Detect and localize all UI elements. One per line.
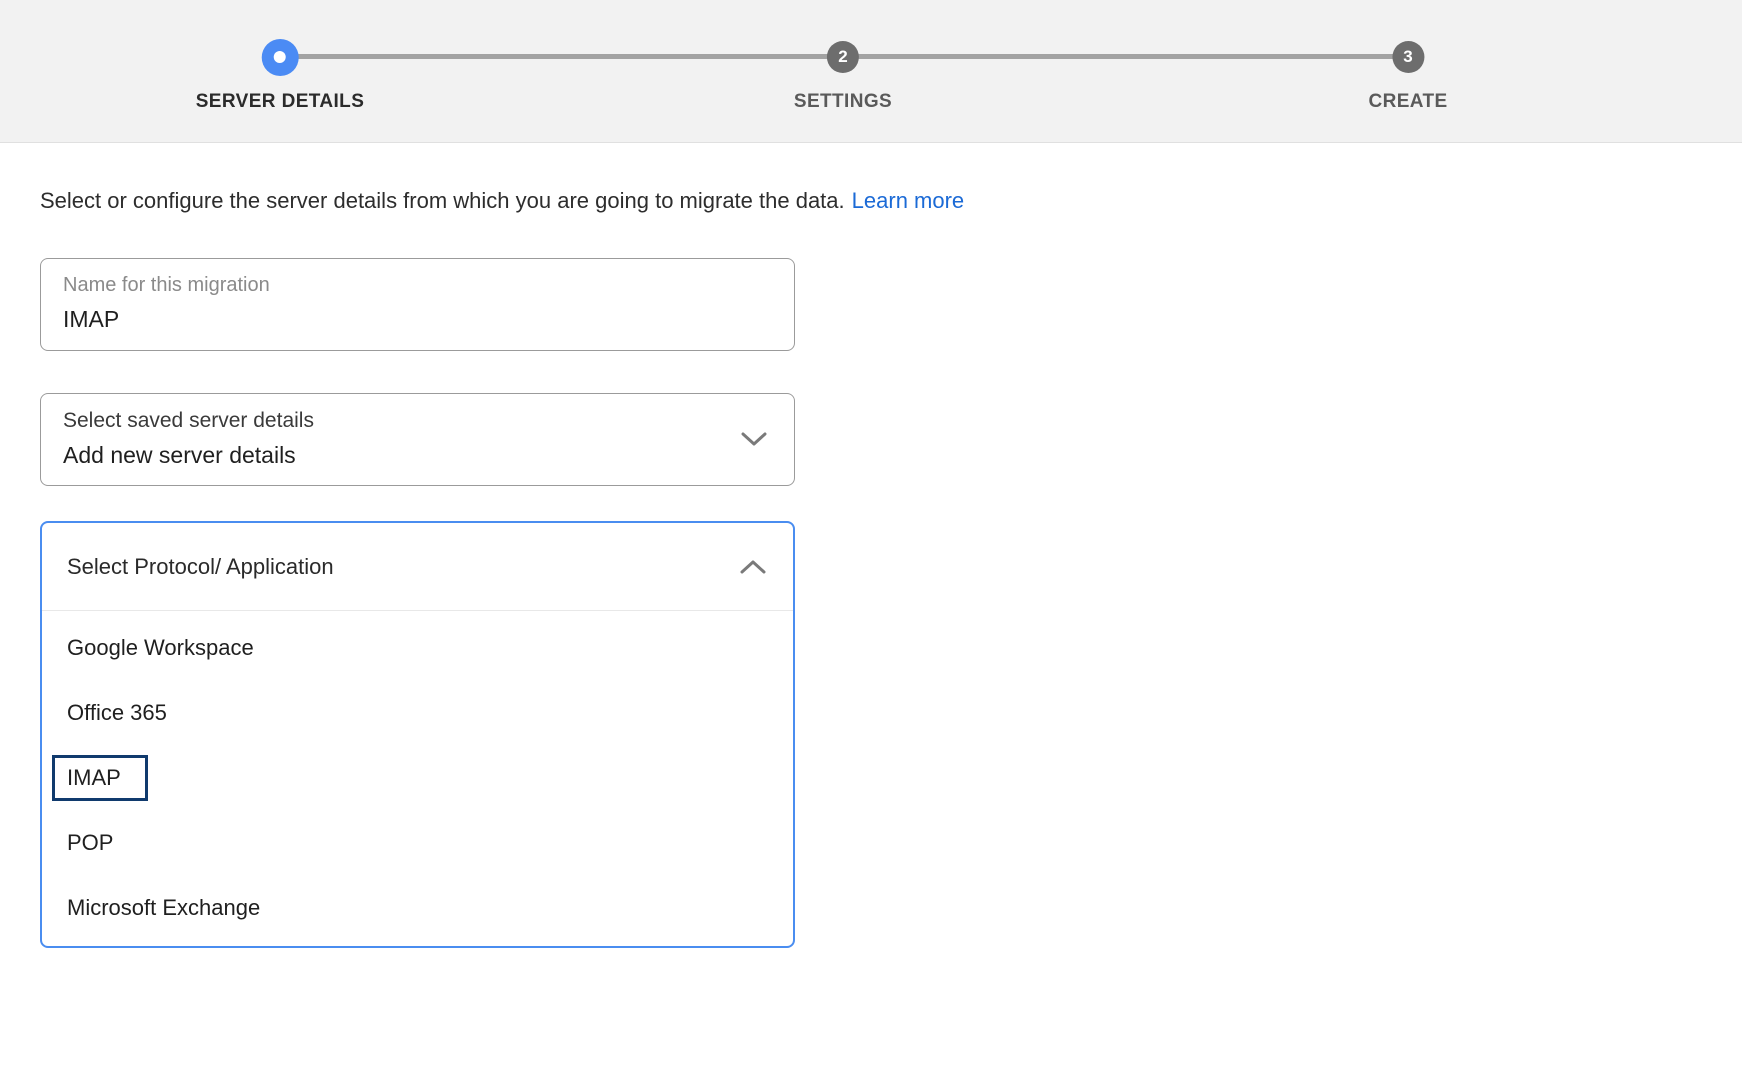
step-server-details[interactable]: SERVER DETAILS	[196, 38, 365, 113]
step-3-number-badge: 3	[1392, 41, 1424, 73]
active-step-circle-icon	[261, 39, 298, 76]
option-office-365[interactable]: Office 365	[42, 680, 793, 745]
option-pop[interactable]: POP	[42, 810, 793, 875]
option-imap-focus-outline: IMAP	[52, 755, 148, 801]
active-step-dot-icon	[274, 51, 286, 63]
step-1-label: SERVER DETAILS	[196, 91, 365, 113]
step-2-label: SETTINGS	[794, 91, 892, 113]
step-1-active-indicator	[261, 38, 299, 76]
chevron-down-icon	[740, 431, 768, 448]
step-settings[interactable]: 2 SETTINGS	[794, 38, 892, 113]
protocol-dropdown-header[interactable]: Select Protocol/ Application	[42, 523, 793, 611]
step-3-indicator: 3	[1389, 38, 1427, 76]
learn-more-link[interactable]: Learn more	[852, 188, 965, 213]
step-2-indicator: 2	[824, 38, 862, 76]
protocol-dropdown-label: Select Protocol/ Application	[67, 554, 334, 580]
intro-sentence: Select or configure the server details f…	[40, 188, 845, 213]
wizard-stepper: SERVER DETAILS 2 SETTINGS 3 CREATE	[0, 0, 1742, 143]
step-3-label: CREATE	[1368, 91, 1447, 113]
step-2-number-badge: 2	[827, 41, 859, 73]
saved-server-value: Add new server details	[63, 442, 772, 470]
migration-name-field[interactable]: Name for this migration IMAP	[40, 258, 795, 351]
protocol-options-list: Google Workspace Office 365 IMAP POP Mic…	[42, 611, 793, 946]
protocol-dropdown: Select Protocol/ Application Google Work…	[40, 521, 795, 948]
chevron-up-icon	[739, 558, 767, 575]
option-imap[interactable]: IMAP	[42, 745, 793, 810]
intro-text: Select or configure the server details f…	[40, 188, 1742, 214]
saved-server-select[interactable]: Select saved server details Add new serv…	[40, 393, 795, 487]
server-details-panel: Select or configure the server details f…	[0, 188, 1742, 948]
option-google-workspace[interactable]: Google Workspace	[42, 615, 793, 680]
migration-name-value: IMAP	[63, 306, 772, 334]
option-microsoft-exchange[interactable]: Microsoft Exchange	[42, 875, 793, 940]
saved-server-label: Select saved server details	[63, 408, 772, 433]
step-create[interactable]: 3 CREATE	[1368, 38, 1447, 113]
migration-name-label: Name for this migration	[63, 273, 772, 297]
